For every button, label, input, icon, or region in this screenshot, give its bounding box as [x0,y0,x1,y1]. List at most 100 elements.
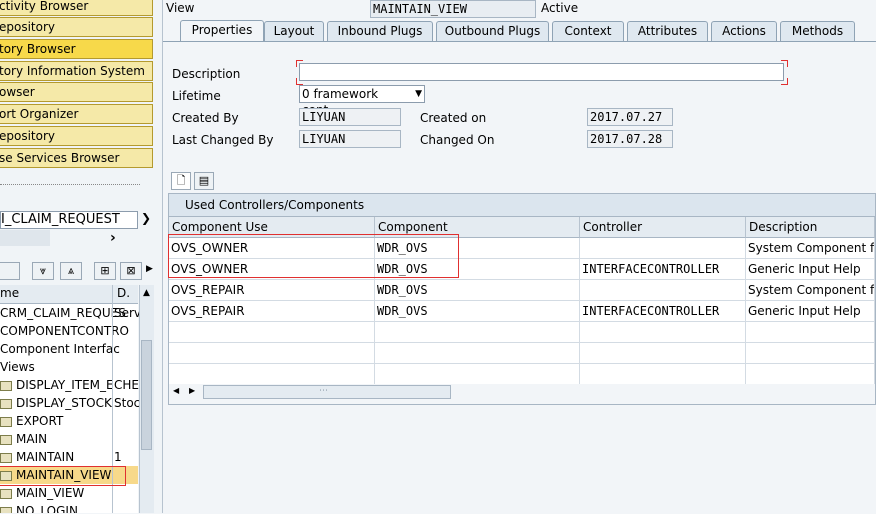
table-cell[interactable]: System Component for [746,238,875,259]
chevron-down-icon[interactable]: ▼ [415,86,422,102]
table-cell-empty[interactable] [375,343,580,364]
tab-properties[interactable]: Properties [180,20,264,42]
nav-button-label: tory Information System [0,64,145,78]
object-type-dropdown[interactable] [0,184,140,185]
view-icon [0,380,12,391]
table-cell[interactable]: INTERFACECONTROLLER [580,259,746,280]
table-cell[interactable]: INTERFACECONTROLLER [580,301,746,322]
table-cell[interactable]: WDR_OVS [375,280,580,301]
table-cell-empty[interactable] [169,343,375,364]
tree-node[interactable]: MAIN [0,430,47,448]
table-title: Used Controllers/Components [169,194,875,217]
tree-node-label: DISPLAY_ITEM_E [16,378,114,392]
nav-button-label: tory Browser [0,42,76,56]
table-cell[interactable]: Generic Input Help [746,301,875,322]
table-cell-empty[interactable] [580,343,746,364]
description-field[interactable] [299,63,784,81]
scroll-up-icon[interactable]: ▲ [141,286,152,300]
tree-col-desc: D. [112,286,130,300]
view-icon [0,398,12,409]
object-sub-field[interactable] [0,230,50,246]
view-name-field: MAINTAIN_VIEW [370,0,536,18]
col-header-controller[interactable]: Controller [580,217,746,238]
hierarchy-icon[interactable]: ⊞ [94,262,116,280]
table-cell[interactable]: System Component for [746,280,875,301]
repository-navigator: ctivity Browser epository tory Browser t… [0,0,163,513]
table-cell-empty[interactable] [746,364,875,385]
changed-by-field: LIYUAN [299,130,401,148]
table-cell-empty[interactable] [375,322,580,343]
display-arrow-icon[interactable]: ❯ [139,211,153,227]
collapse-all-icon[interactable]: ⩓ [60,262,82,280]
tab-attributes[interactable]: Attributes [627,21,708,41]
changed-on-label: Changed On [420,133,495,147]
table-cell[interactable] [580,238,746,259]
nav-button-repository-information-system[interactable]: tory Information System [0,61,153,81]
table-cell-empty[interactable] [169,364,375,385]
tab-layout[interactable]: Layout [264,21,324,41]
description-label: Description [172,67,241,81]
nav-button-test-repository[interactable]: epository [0,126,153,146]
nav-button-repository-browser[interactable]: tory Browser [0,39,153,59]
toolbar-edit-icon[interactable] [0,262,20,280]
tree-node[interactable]: NO_LOGIN [0,502,78,513]
nav-button-enterprise-services-browser[interactable]: se Services Browser [0,148,153,168]
table-cell-empty[interactable] [746,322,875,343]
scroll-right-icon[interactable]: ▶ [189,386,195,395]
nav-button-mime-repository[interactable]: epository [0,17,153,37]
tree-node[interactable]: COMPONENTCONTRO [0,322,129,340]
table-horizontal-scrollbar[interactable]: ⋯ [203,385,451,399]
new-document-icon[interactable]: 🗋 [171,172,191,190]
table-cell-empty[interactable] [375,364,580,385]
nav-button-tag-browser[interactable]: owser [0,82,153,102]
table-cell[interactable]: Generic Input Help [746,259,875,280]
field-corner-mark [296,78,303,85]
object-name-field[interactable]: I_CLAIM_REQUEST [0,211,138,229]
tree-node[interactable]: Views [0,358,35,376]
tree-node[interactable]: DISPLAY_ITEM_E CHE [0,376,139,394]
tree-node[interactable]: MAIN_VIEW [0,484,84,502]
tab-methods[interactable]: Methods [780,21,855,41]
tree-node-desc: CHE [114,378,139,392]
table-cell-empty[interactable] [746,343,875,364]
tab-outbound-plugs[interactable]: Outbound Plugs [436,21,549,41]
more-arrow-icon[interactable]: ▶ [146,264,153,274]
tree-node[interactable]: MAINTAIN 1 [0,448,138,466]
nav-button-activity-browser[interactable]: ctivity Browser [0,0,153,16]
expand-all-icon[interactable]: ⩔ [32,262,54,280]
table-cell[interactable]: OVS_REPAIR [169,280,375,301]
nav-button-transport-organizer[interactable]: ort Organizer [0,104,153,124]
table-cell-empty[interactable] [169,322,375,343]
col-header-description[interactable]: Description [746,217,875,238]
tree-node[interactable]: EXPORT [0,412,63,430]
field-corner-mark [781,60,788,67]
tab-context[interactable]: Context [552,21,624,41]
table-cell-empty[interactable] [580,364,746,385]
highlight-box [168,234,459,278]
lifetime-dropdown[interactable]: 0 framework cont... ▼ [299,85,425,117]
tab-actions[interactable]: Actions [711,21,777,41]
tree-node-desc: Serv [114,306,142,320]
table-cell-empty[interactable] [580,322,746,343]
tree-node-label: MAIN [16,432,48,446]
tree-header: me D. [0,285,138,304]
tab-label: Context [564,24,612,38]
tree-node[interactable]: Component Interfac [0,340,120,358]
tab-inbound-plugs[interactable]: Inbound Plugs [327,21,433,41]
tab-label: Inbound Plugs [337,24,423,38]
scroll-thumb[interactable] [141,340,152,450]
tree-vertical-scrollbar[interactable]: ▲ [139,285,154,513]
chevron-right-icon[interactable]: › [110,230,124,246]
grid-icon[interactable]: ⊠ [120,262,142,280]
tree-node[interactable]: CRM_CLAIM_REQUES Serv [0,304,142,322]
tree-node-label: DISPLAY_STOCK [16,396,112,410]
view-icon [0,506,12,513]
table-cell[interactable]: OVS_REPAIR [169,301,375,322]
table-cell[interactable]: WDR_OVS [375,301,580,322]
delete-row-icon[interactable]: ▤ [194,172,214,190]
scroll-left-icon[interactable]: ◀ [173,386,179,395]
table-cell[interactable] [580,280,746,301]
created-by-label: Created By [172,111,239,125]
tree-node[interactable]: DISPLAY_STOCK Stoc [0,394,140,412]
view-label: View [166,1,195,15]
